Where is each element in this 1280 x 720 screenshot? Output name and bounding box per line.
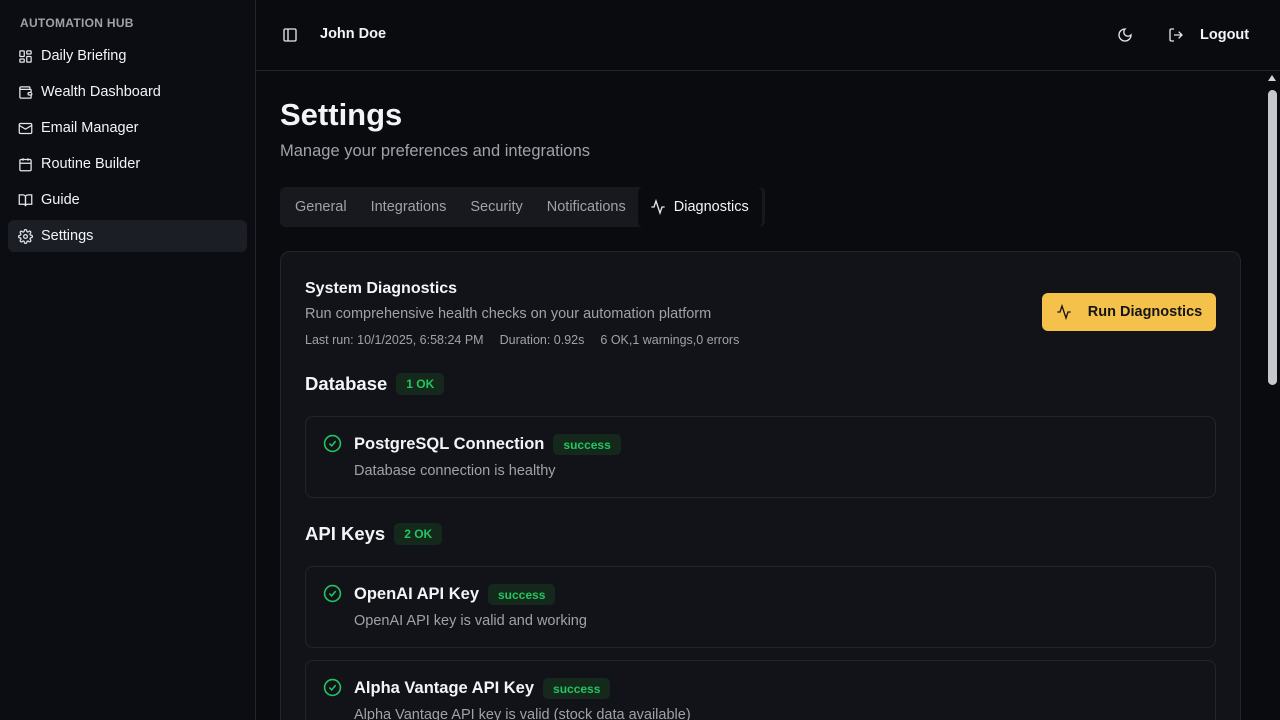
section-title: Database — [305, 373, 388, 394]
sidebar-item-settings[interactable]: Settings — [8, 220, 247, 252]
diagnostics-description: Run comprehensive health checks on your … — [305, 306, 712, 322]
check-message: Database connection is healthy — [354, 463, 556, 479]
dashboard-grid-icon — [18, 49, 33, 64]
main-scrollbar[interactable] — [1265, 71, 1280, 720]
tab-diagnostics[interactable]: Diagnostics — [637, 187, 762, 227]
sidebar-item-email-manager[interactable]: Email Manager — [8, 112, 247, 144]
section-database: Database 1 OK — [305, 373, 445, 395]
check-name: Alpha Vantage API Key — [354, 679, 535, 697]
summary-text: 6 OK,1 warnings,0 errors — [600, 333, 740, 347]
check-message: Alpha Vantage API key is valid (stock da… — [354, 707, 691, 720]
check-circle-icon — [323, 434, 342, 453]
logout-label: Logout — [1200, 27, 1250, 43]
sidebar-brand: AUTOMATION HUB — [20, 16, 134, 30]
topbar: John Doe Logout — [256, 0, 1280, 71]
tab-integrations[interactable]: Integrations — [359, 187, 459, 227]
page-title: Settings — [280, 97, 403, 132]
sidebar-item-label: Daily Briefing — [41, 48, 127, 64]
status-badge: success — [488, 584, 556, 605]
tab-notifications[interactable]: Notifications — [535, 187, 638, 227]
check-message: OpenAI API key is valid and working — [354, 613, 587, 629]
check-name: PostgreSQL Connection — [354, 435, 545, 453]
tab-general[interactable]: General — [283, 187, 359, 227]
tab-label: Diagnostics — [673, 199, 749, 215]
check-header: OpenAI API Key success — [354, 584, 556, 605]
sidebar-nav: Daily Briefing Wealth Dashboard Email Ma… — [8, 40, 247, 256]
moon-icon[interactable] — [1117, 27, 1133, 43]
diagnostics-card: System Diagnostics Run comprehensive hea… — [280, 251, 1241, 720]
gear-icon — [18, 228, 33, 244]
sidebar-item-label: Email Manager — [41, 120, 139, 136]
check-row-postgresql: PostgreSQL Connection success Database c… — [305, 416, 1216, 498]
status-badge: success — [553, 434, 621, 455]
sidebar-item-daily-briefing[interactable]: Daily Briefing — [8, 40, 247, 72]
page-subtitle: Manage your preferences and integrations — [280, 142, 591, 160]
check-name: OpenAI API Key — [354, 585, 479, 603]
activity-icon — [650, 199, 666, 215]
section-api-keys: API Keys 2 OK — [305, 523, 443, 545]
section-count-badge: 1 OK — [396, 373, 445, 395]
calendar-icon — [18, 157, 33, 172]
check-row-openai: OpenAI API Key success OpenAI API key is… — [305, 566, 1216, 648]
status-badge: success — [543, 678, 611, 699]
scroll-up-arrow-icon[interactable] — [1268, 75, 1276, 81]
sidebar-item-label: Guide — [41, 192, 80, 208]
sidebar-item-label: Routine Builder — [41, 156, 141, 172]
sidebar-item-wealth-dashboard[interactable]: Wealth Dashboard — [8, 76, 247, 108]
logout-button[interactable]: Logout — [1168, 20, 1249, 50]
main-content: Settings Manage your preferences and int… — [256, 71, 1265, 720]
wallet-icon — [18, 85, 33, 100]
diagnostics-meta: Last run: 10/1/2025, 6:58:24 PM Duration… — [305, 333, 755, 347]
section-count-badge: 2 OK — [394, 523, 443, 545]
run-diagnostics-label: Run Diagnostics — [1087, 304, 1203, 320]
section-title: API Keys — [305, 523, 386, 544]
duration-text: Duration: 0.92s — [499, 333, 585, 347]
scroll-thumb[interactable] — [1268, 90, 1277, 385]
activity-icon — [1056, 304, 1072, 320]
settings-tabs: General Integrations Security Notificati… — [280, 187, 765, 227]
sidebar-item-guide[interactable]: Guide — [8, 184, 247, 216]
sidebar-toggle-icon[interactable] — [282, 27, 298, 43]
sidebar-item-label: Wealth Dashboard — [41, 84, 161, 100]
check-circle-icon — [323, 678, 342, 697]
check-header: PostgreSQL Connection success — [354, 434, 621, 455]
mail-icon — [18, 121, 33, 136]
sidebar: AUTOMATION HUB Daily Briefing Wealth Das… — [0, 0, 256, 720]
sidebar-item-label: Settings — [41, 228, 94, 244]
check-circle-icon — [323, 584, 342, 603]
check-row-alpha-vantage: Alpha Vantage API Key success Alpha Vant… — [305, 660, 1216, 720]
last-run-text: Last run: 10/1/2025, 6:58:24 PM — [305, 333, 484, 347]
user-name: John Doe — [320, 26, 387, 42]
logout-icon — [1168, 27, 1184, 43]
sidebar-item-routine-builder[interactable]: Routine Builder — [8, 148, 247, 180]
tab-security[interactable]: Security — [458, 187, 534, 227]
book-icon — [18, 193, 33, 208]
diagnostics-title: System Diagnostics — [305, 280, 458, 297]
check-header: Alpha Vantage API Key success — [354, 678, 611, 699]
run-diagnostics-button[interactable]: Run Diagnostics — [1042, 293, 1216, 331]
